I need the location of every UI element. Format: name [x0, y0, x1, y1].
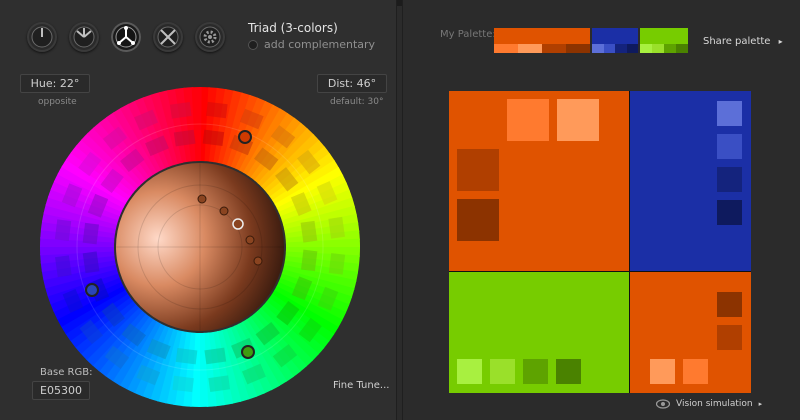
- shade-point[interactable]: [253, 256, 263, 266]
- hue-shade-block: [202, 129, 225, 146]
- preview-swatch: [717, 200, 742, 225]
- tetrad-icon: [157, 26, 179, 48]
- fine-tune-link[interactable]: Fine Tune...: [333, 380, 389, 391]
- hue-shade-block: [206, 101, 228, 119]
- mono-icon: [31, 26, 53, 48]
- palette-preview: [449, 91, 751, 393]
- palette-shade-swatch[interactable]: [494, 44, 518, 53]
- hue-shade-block: [54, 219, 72, 241]
- palette-label: My Palette:: [440, 29, 496, 40]
- eye-icon: [656, 399, 670, 409]
- preview-swatch: [457, 149, 499, 191]
- preview-swatch: [717, 167, 742, 192]
- hue-handle-green[interactable]: [241, 345, 255, 359]
- complement-mode-button[interactable]: [69, 22, 99, 52]
- hue-shade-block: [204, 347, 227, 365]
- share-palette-button[interactable]: Share palette ▸: [703, 36, 783, 47]
- palette-shade-swatch[interactable]: [518, 44, 542, 53]
- tetrad-mode-button[interactable]: [153, 22, 183, 52]
- gear-icon: [199, 26, 221, 48]
- preview-swatch: [683, 359, 708, 384]
- preview-swatch: [457, 359, 482, 384]
- radio-icon[interactable]: [248, 39, 258, 50]
- base-rgb-input[interactable]: E05300: [32, 381, 90, 400]
- palette-shade-swatch[interactable]: [664, 44, 676, 53]
- preview-swatch: [490, 359, 515, 384]
- hue-shade-block: [300, 220, 318, 243]
- palette-group-green[interactable]: [640, 28, 688, 53]
- hue-shade-block: [208, 375, 231, 392]
- preview-swatch: [717, 134, 742, 159]
- shade-point[interactable]: [197, 194, 207, 204]
- palette-group-orange[interactable]: [494, 28, 590, 53]
- preview-swatch: [717, 101, 742, 126]
- vision-simulation-label: Vision simulation: [676, 399, 753, 409]
- preview-swatch: [650, 359, 675, 384]
- preview-swatch: [457, 199, 499, 241]
- palette-shade-swatch[interactable]: [566, 44, 590, 53]
- color-scheme-app: Triad (3-colors) add complementary Hue: …: [0, 0, 800, 420]
- preview-swatch: [717, 292, 742, 317]
- palette-shade-swatch[interactable]: [640, 44, 652, 53]
- vision-arrow-icon: ▸: [758, 400, 763, 408]
- share-palette-label: Share palette: [703, 36, 771, 47]
- scheme-panel: Triad (3-colors) add complementary Hue: …: [0, 0, 397, 420]
- scheme-title: Triad (3-colors): [248, 21, 338, 35]
- hue-shade-block: [301, 249, 318, 272]
- preview-swatch: [717, 325, 742, 350]
- palette-shade-swatch[interactable]: [592, 44, 604, 53]
- color-wheel[interactable]: [40, 87, 360, 407]
- shade-point[interactable]: [245, 235, 255, 245]
- palette-main-swatch[interactable]: [640, 28, 688, 44]
- add-complementary-label: add complementary: [264, 38, 376, 51]
- vision-simulation-button[interactable]: Vision simulation ▸: [656, 399, 762, 409]
- palette-shade-swatch[interactable]: [603, 44, 615, 53]
- hue-shade-block: [173, 129, 196, 147]
- hue-shade-block: [169, 102, 192, 119]
- preview-swatch: [523, 359, 548, 384]
- complement-icon: [73, 26, 95, 48]
- palette-shade-swatch[interactable]: [626, 44, 638, 53]
- triad-icon: [115, 26, 137, 48]
- hue-shade-block: [82, 222, 99, 245]
- palette-shade-swatch[interactable]: [615, 44, 627, 53]
- preview-swatch: [557, 99, 599, 141]
- palette-main-swatch[interactable]: [592, 28, 638, 44]
- hue-shade-block: [328, 253, 346, 275]
- triad-mode-button[interactable]: [111, 22, 141, 52]
- palette-group-blue[interactable]: [592, 28, 638, 53]
- share-arrow-icon: ▸: [778, 37, 783, 46]
- palette-shade-swatch[interactable]: [542, 44, 566, 53]
- hue-handle-blue[interactable]: [85, 283, 99, 297]
- base-rgb-label: Base RGB:: [40, 367, 93, 378]
- palette-shade-swatch[interactable]: [652, 44, 664, 53]
- palette-shade-swatch[interactable]: [676, 44, 688, 53]
- shade-point[interactable]: [219, 206, 229, 216]
- preview-swatch: [556, 359, 581, 384]
- hue-shade-block: [55, 255, 72, 278]
- custom-mode-button[interactable]: [195, 22, 225, 52]
- preview-swatch: [507, 99, 549, 141]
- hue-shade-block: [82, 251, 100, 274]
- mono-mode-button[interactable]: [27, 22, 57, 52]
- hue-shade-block: [175, 348, 198, 365]
- hue-shade-block: [328, 216, 345, 239]
- palette-main-swatch[interactable]: [494, 28, 590, 44]
- shade-point-active[interactable]: [232, 218, 244, 230]
- add-complementary-option[interactable]: add complementary: [248, 38, 375, 51]
- hue-shade-block: [172, 375, 194, 393]
- hue-handle-primary[interactable]: [238, 130, 252, 144]
